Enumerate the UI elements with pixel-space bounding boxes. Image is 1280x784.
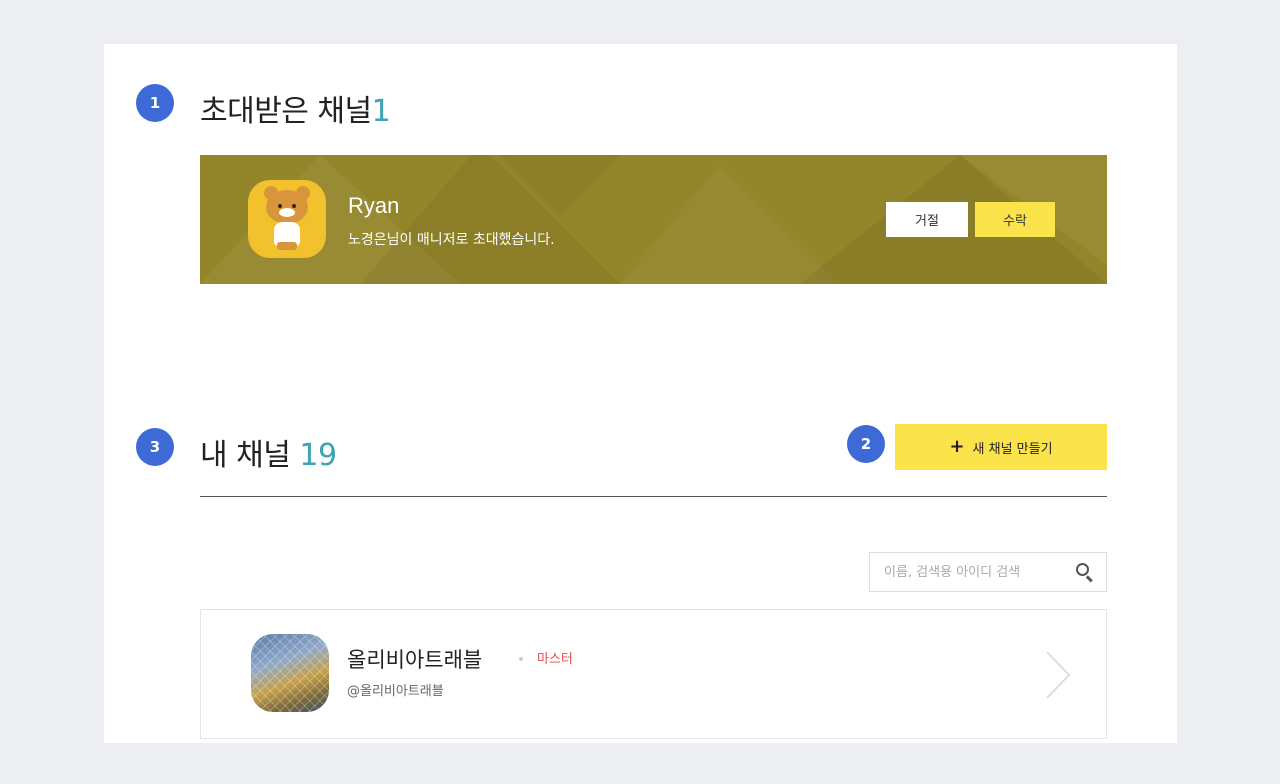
- channel-management-panel: 1 초대받은 채널1 Ryan 노경은님이 매니저로 초대했습니다. 거절 수락…: [104, 44, 1177, 743]
- invite-channel-name: Ryan: [348, 193, 400, 218]
- channel-handle: @올리비아트래블: [347, 684, 444, 699]
- chevron-right-icon[interactable]: [1043, 650, 1073, 700]
- invited-section-title: 초대받은 채널1: [200, 86, 391, 130]
- decline-button[interactable]: 거절: [886, 202, 968, 237]
- my-channels-section-title: 내 채널 19: [200, 430, 337, 474]
- ryan-avatar: [248, 180, 326, 258]
- plus-icon: +: [949, 436, 965, 457]
- create-channel-button[interactable]: + 새 채널 만들기: [895, 424, 1107, 470]
- invite-banner: Ryan 노경은님이 매니저로 초대했습니다. 거절 수락: [200, 155, 1107, 284]
- channel-role-badge: 마스터: [537, 652, 573, 667]
- step-badge-1: 1: [136, 84, 174, 122]
- invited-title-text: 초대받은 채널: [200, 94, 372, 129]
- step-badge-3: 3: [136, 428, 174, 466]
- section-divider: [200, 496, 1107, 497]
- banner-pattern: [200, 155, 1107, 284]
- step-badge-2: 2: [847, 425, 885, 463]
- search-icon[interactable]: [1074, 561, 1096, 583]
- accept-button[interactable]: 수락: [975, 202, 1055, 237]
- create-channel-label: 새 채널 만들기: [972, 441, 1053, 457]
- channel-name: 올리비아트래블: [347, 648, 483, 672]
- my-channels-count: 19: [299, 438, 337, 473]
- separator-dot: [519, 657, 523, 661]
- channel-search-box[interactable]: [869, 552, 1107, 592]
- invite-message: 노경은님이 매니저로 초대했습니다.: [348, 232, 555, 248]
- channel-list-item[interactable]: 올리비아트래블 마스터 @올리비아트래블: [200, 609, 1107, 739]
- search-input[interactable]: [884, 564, 1074, 580]
- my-channels-title-text: 내 채널: [200, 438, 291, 473]
- invited-count: 1: [371, 94, 391, 129]
- channel-thumbnail: [251, 634, 329, 712]
